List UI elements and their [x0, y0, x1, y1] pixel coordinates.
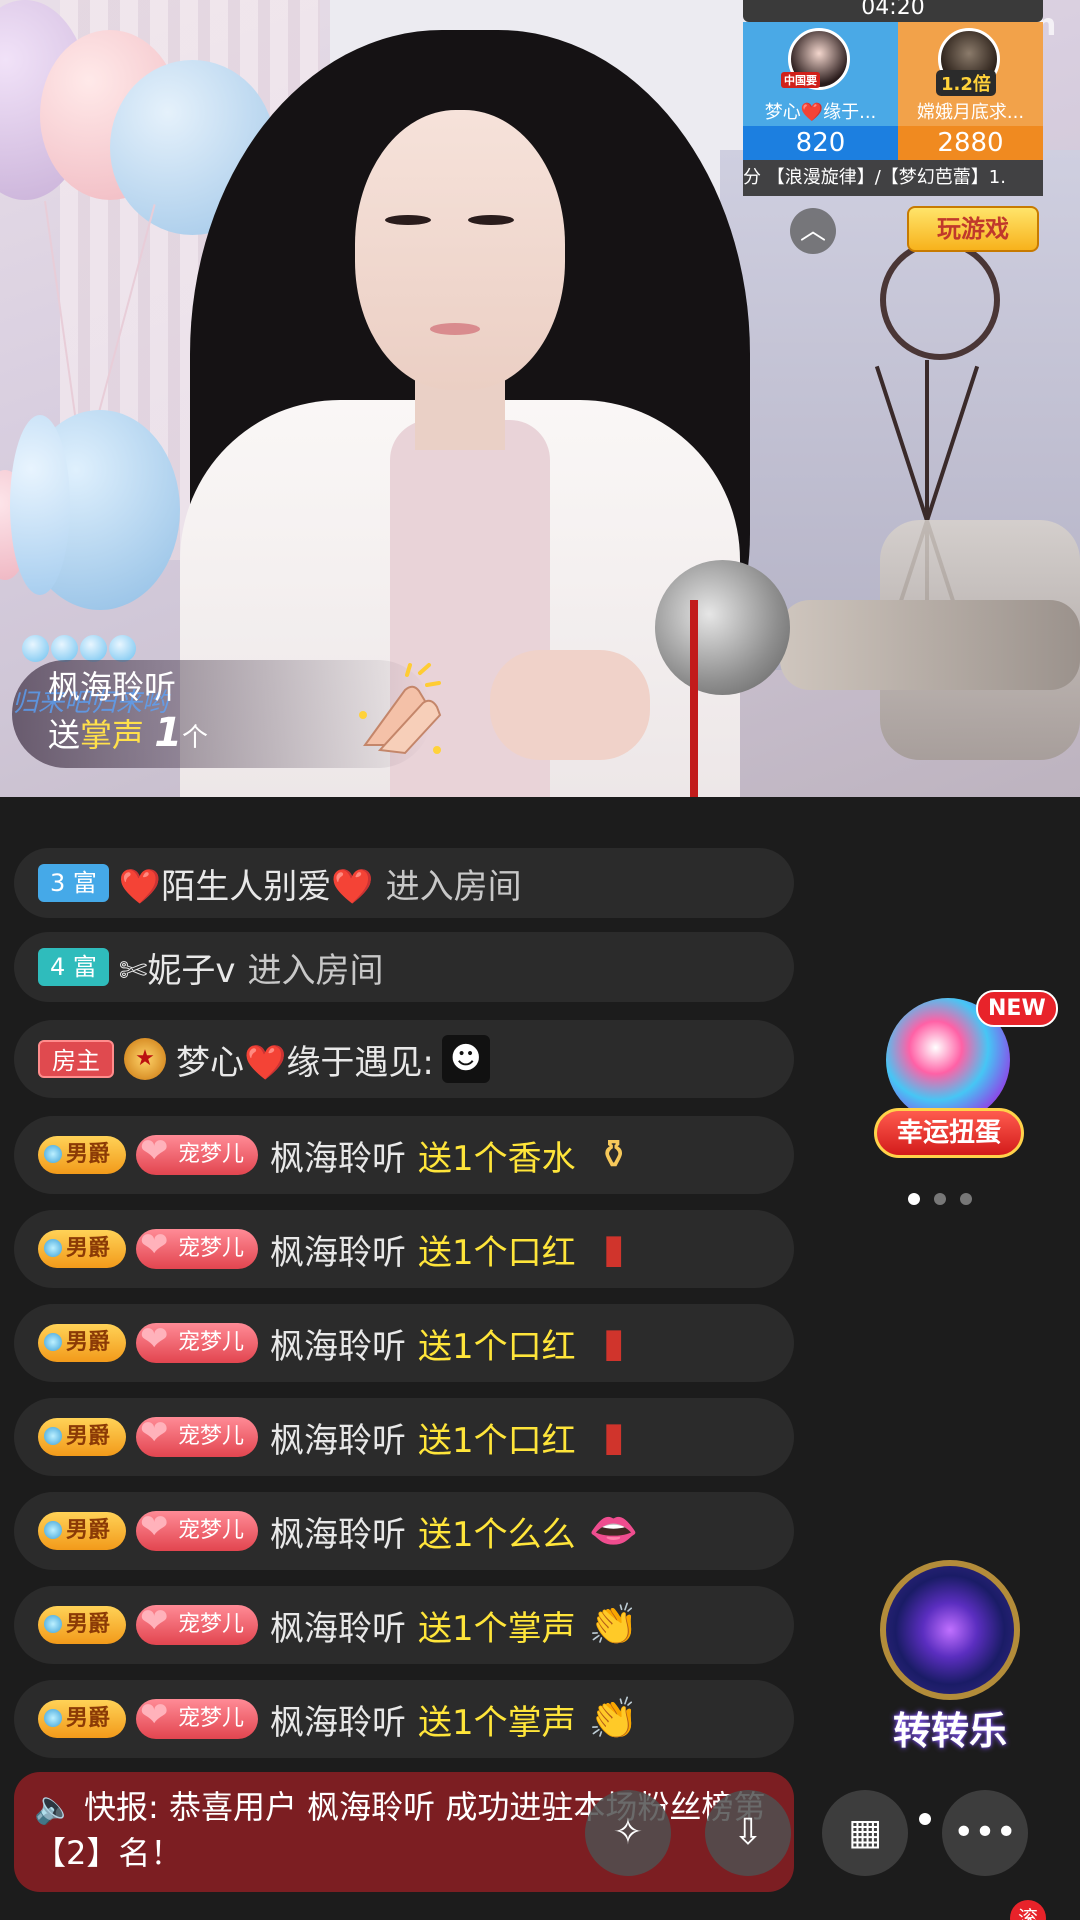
- gift-text: 送1个口红: [418, 1420, 576, 1461]
- streamer-face: [355, 110, 565, 390]
- chat-message[interactable]: 4 富 ✄妮子v 进入房间: [14, 932, 794, 1002]
- chat-username[interactable]: 枫海聆听: [270, 1601, 406, 1650]
- pk-right-side[interactable]: 1.2倍 嫦娥月底求...: [898, 22, 1043, 126]
- rank-badge: 男爵: [38, 1418, 127, 1456]
- pk-right-name: 嫦娥月底求...: [916, 102, 1025, 123]
- lucky-gacha-widget[interactable]: NEW 幸运扭蛋: [874, 990, 1058, 1170]
- spin-wheel-label: 转转乐: [892, 1709, 1007, 1753]
- download-button[interactable]: ⇩: [705, 1790, 791, 1876]
- chat-message[interactable]: 男爵 宠梦儿 枫海聆听 送1个口红 ▮: [14, 1304, 794, 1382]
- chat-username[interactable]: 梦心❤️缘于遇见:: [176, 1035, 434, 1084]
- fan-club-badge: 宠梦儿: [136, 1507, 259, 1551]
- chat-username[interactable]: 枫海聆听: [270, 1225, 406, 1274]
- pk-left-badge: 中国要: [781, 72, 820, 88]
- chat-username[interactable]: 枫海聆听: [270, 1695, 406, 1744]
- pk-left-side[interactable]: 中国要 梦心❤️缘于...: [743, 22, 898, 126]
- fan-club-badge: 宠梦儿: [136, 1225, 259, 1269]
- chat-username[interactable]: 枫海聆听: [270, 1131, 406, 1180]
- widget-pager: [908, 1190, 986, 1209]
- chat-message[interactable]: 男爵 宠梦儿 枫海聆听 送1个掌声 👏: [14, 1586, 794, 1664]
- gift-banner-gift: 掌声: [80, 716, 145, 754]
- new-badge: NEW: [976, 990, 1058, 1027]
- lipstick-icon: ▮: [602, 1414, 625, 1460]
- live-video[interactable]: 6.cn 04:20 中国要 梦心❤️缘于... 1.2倍 嫦娥月底求... 8…: [0, 0, 1080, 797]
- chat-message[interactable]: 3 富 ❤️陌生人别爱❤️ 进入房间: [14, 848, 794, 918]
- gift-text: 送1个香水: [418, 1138, 576, 1179]
- rank-badge: 男爵: [38, 1512, 127, 1550]
- streamer-mouth: [430, 323, 480, 335]
- gift-banner-prefix: 送: [48, 716, 81, 754]
- fan-club-badge: 宠梦儿: [136, 1131, 259, 1175]
- gift-banner-count: 1: [154, 710, 183, 756]
- chat-message[interactable]: 男爵 宠梦儿 枫海聆听 送1个么么 👄: [14, 1492, 794, 1570]
- clap-icon: 👏: [588, 1696, 639, 1742]
- host-badge: 房主: [38, 1040, 114, 1078]
- more-options-button[interactable]: •••: [942, 1790, 1028, 1876]
- lipstick-icon: ▮: [602, 1226, 625, 1272]
- pk-score-bar: 820 2880: [743, 126, 1043, 160]
- wealth-level-badge: 4 富: [38, 948, 109, 986]
- effects-sparkle-button[interactable]: ✧: [585, 1790, 671, 1876]
- fan-club-badge: 宠梦儿: [136, 1319, 259, 1363]
- grid-menu-button[interactable]: ▦: [822, 1790, 908, 1876]
- clap-hands-icon: [359, 663, 442, 755]
- rank-badge: 男爵: [38, 1606, 127, 1644]
- gift-text: 送1个掌声: [418, 1608, 576, 1649]
- live-room-screen: 6.cn 04:20 中国要 梦心❤️缘于... 1.2倍 嫦娥月底求... 8…: [0, 0, 1080, 1920]
- chat-message[interactable]: 男爵 宠梦儿 枫海聆听 送1个口红 ▮: [14, 1210, 794, 1288]
- gift-banner-line: 送掌声 1个: [48, 710, 208, 756]
- chat-username[interactable]: 枫海聆听: [270, 1319, 406, 1368]
- streamer-hands: [490, 650, 650, 760]
- gift-banner-user: 枫海聆听: [48, 668, 177, 706]
- gift-text: 送1个口红: [418, 1326, 576, 1367]
- kiss-icon: 👄: [588, 1508, 639, 1554]
- wealth-level-badge: 3 富: [38, 864, 109, 902]
- perfume-icon: ⚱: [596, 1132, 631, 1178]
- chat-message[interactable]: 男爵 宠梦儿 枫海聆听 送1个香水 ⚱: [14, 1116, 794, 1194]
- rank-badge: 男爵: [38, 1230, 127, 1268]
- pk-left-name: 梦心❤️缘于...: [764, 102, 877, 123]
- fan-club-badge: 宠梦儿: [136, 1695, 259, 1739]
- play-game-button[interactable]: 玩游戏: [907, 206, 1039, 252]
- rank-badge: 男爵: [38, 1324, 127, 1362]
- chat-message[interactable]: 男爵 宠梦儿 枫海聆听 送1个掌声 👏: [14, 1680, 794, 1758]
- pk-battle-panel[interactable]: 04:20 中国要 梦心❤️缘于... 1.2倍 嫦娥月底求... 820 28…: [743, 0, 1043, 200]
- lipstick-icon: ▮: [602, 1320, 625, 1366]
- pk-ticker: 分 【浪漫旋律】/【梦幻芭蕾】1.: [743, 160, 1043, 196]
- gift-text: 送1个口红: [418, 1232, 576, 1273]
- mic-cable: [690, 600, 698, 797]
- gift-text: 送1个么么: [418, 1514, 576, 1555]
- chat-message[interactable]: 房主 ★ 梦心❤️缘于遇见: ☻: [14, 1020, 794, 1098]
- chat-username[interactable]: ❤️陌生人别爱❤️: [119, 859, 374, 908]
- streamer-eye: [385, 215, 431, 225]
- gift-banner-unit: 个: [182, 723, 209, 753]
- chat-text: 进入房间: [247, 950, 384, 991]
- microphone: [655, 560, 790, 695]
- fan-club-badge: 宠梦儿: [136, 1413, 259, 1457]
- pk-timer: 04:20: [743, 0, 1043, 22]
- gift-text: 送1个掌声: [418, 1702, 576, 1743]
- chat-username[interactable]: ✄妮子v: [119, 943, 236, 992]
- chat-message[interactable]: 男爵 宠梦儿 枫海聆听 送1个口红 ▮: [14, 1398, 794, 1476]
- chat-text: 进入房间: [385, 866, 522, 907]
- chat-username[interactable]: 枫海聆听: [270, 1507, 406, 1556]
- pk-right-multiplier: 1.2倍: [936, 70, 996, 96]
- spin-wheel-widget[interactable]: 转转乐: [860, 1560, 1040, 1753]
- chat-username[interactable]: 枫海聆听: [270, 1413, 406, 1462]
- medal-icon: ★: [124, 1038, 166, 1080]
- rank-badge: 男爵: [38, 1700, 127, 1738]
- gacha-label: 幸运扭蛋: [874, 1108, 1024, 1158]
- spin-wheel-icon: [880, 1560, 1020, 1700]
- announcement-banner[interactable]: 🔈 快报: 恭喜用户 枫海聆听 成功进驻本场粉丝榜第【2】名！: [14, 1772, 794, 1892]
- clap-icon: 👏: [588, 1602, 639, 1648]
- streamer-eye: [468, 215, 514, 225]
- pk-right-score: 2880: [898, 126, 1043, 160]
- emoji-face-icon: ☻: [441, 1035, 490, 1083]
- pk-left-score: 820: [743, 126, 898, 160]
- collapse-chevron-up-icon[interactable]: ︿: [790, 208, 836, 254]
- rank-badge: 男爵: [38, 1136, 127, 1174]
- fan-club-badge: 宠梦儿: [136, 1601, 259, 1645]
- mic-arm: [780, 600, 1080, 690]
